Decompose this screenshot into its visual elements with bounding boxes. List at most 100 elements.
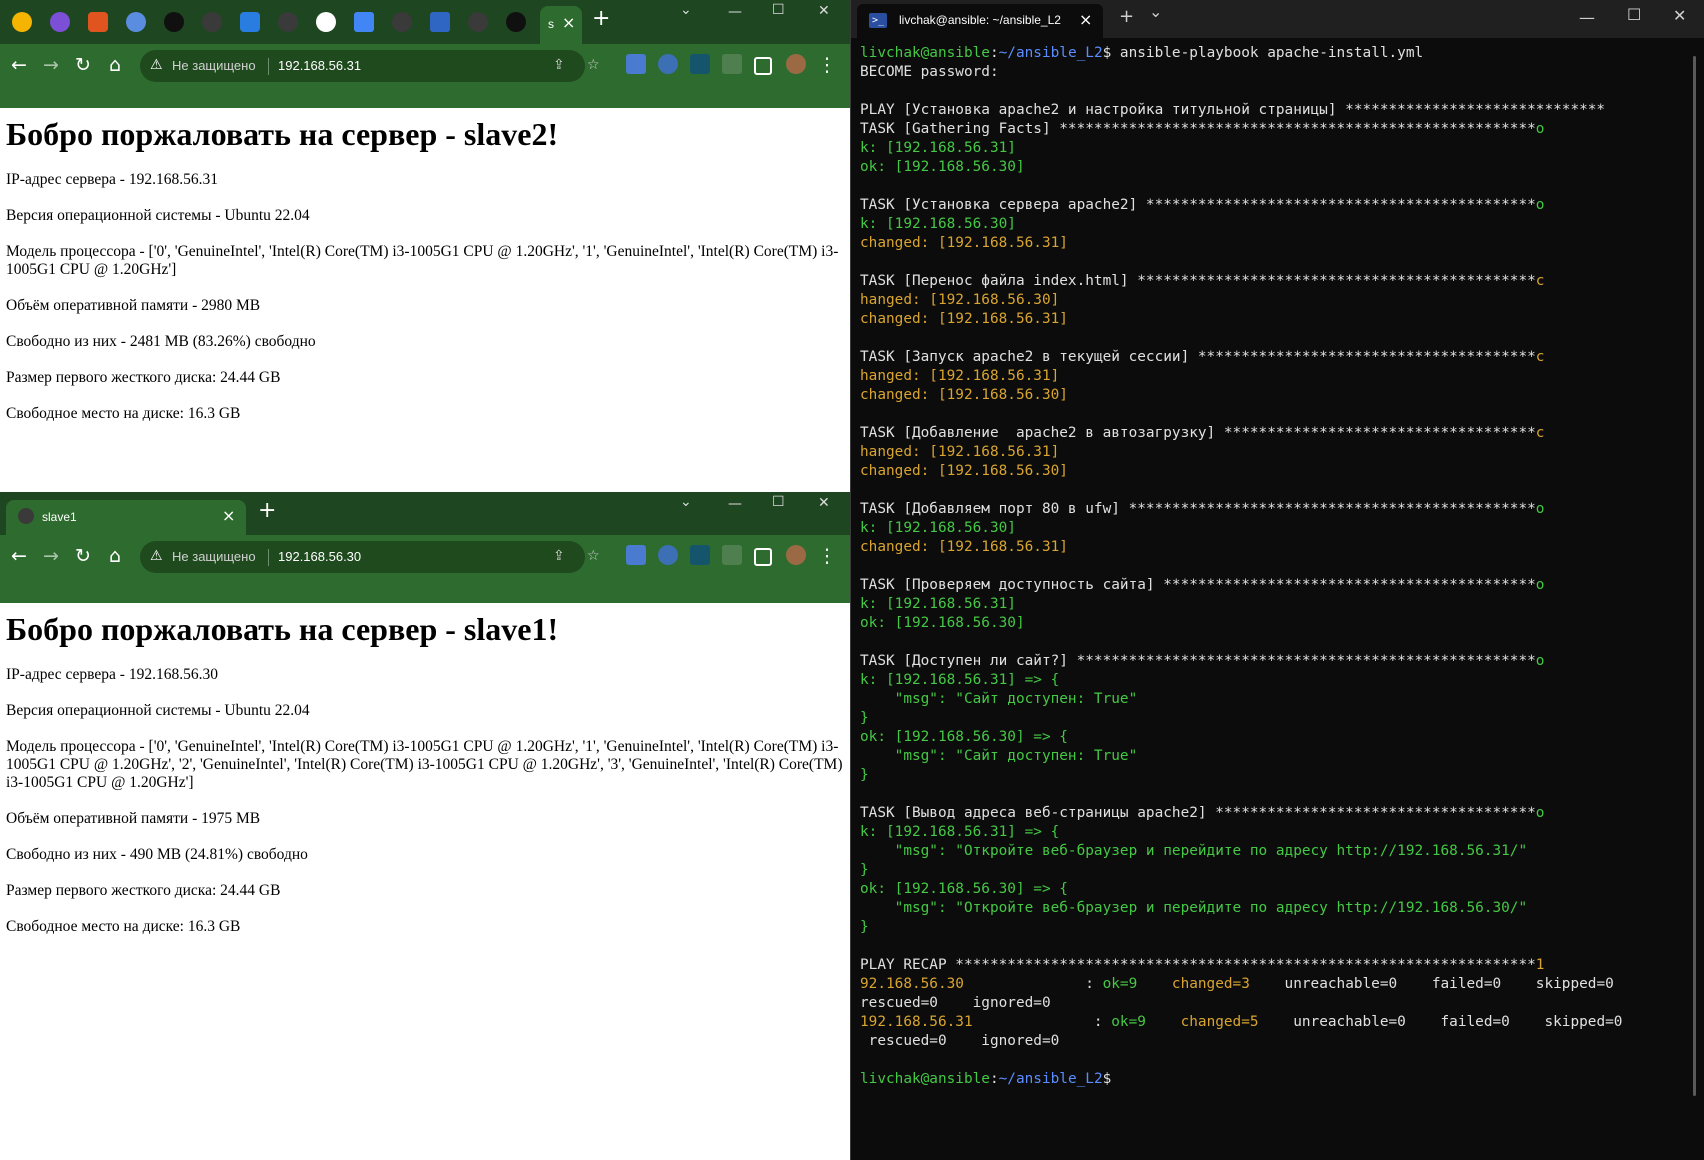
extensions-puzzle-icon[interactable] <box>722 545 742 565</box>
forward-button[interactable]: → <box>38 545 64 567</box>
new-tab-button[interactable]: + <box>1119 6 1134 27</box>
terminal-output[interactable]: livchak@ansible:~/ansible_L2$ ansible-pl… <box>860 44 1700 1089</box>
terminal-line: changed: [192.168.56.31] <box>860 538 1700 557</box>
share-icon[interactable]: ⇪ <box>553 57 565 73</box>
warning-icon[interactable]: ⚠ <box>150 57 163 73</box>
globe-tab-icon[interactable] <box>202 12 222 32</box>
globe-tab-icon[interactable] <box>468 12 488 32</box>
reload-button[interactable]: ↻ <box>70 54 96 76</box>
google-drive-tab-icon[interactable] <box>12 12 32 32</box>
terminal-line: TASK [Запуск apache2 в текущей сессии] *… <box>860 348 1700 367</box>
terminal-line: k: [192.168.56.31] => { <box>860 671 1700 690</box>
browser-menu-button[interactable]: ⋮ <box>814 54 840 76</box>
sidepanel-icon[interactable] <box>754 57 772 75</box>
github-tab-icon[interactable] <box>164 12 184 32</box>
app-tab-icon[interactable] <box>50 12 70 32</box>
sidepanel-icon[interactable] <box>754 548 772 566</box>
back-button[interactable]: ← <box>6 54 32 76</box>
browser-tabstrip: slave1 × + ⌄ — ☐ ✕ <box>0 492 850 535</box>
close-window-button[interactable]: ✕ <box>818 3 830 19</box>
globe-tab-icon[interactable] <box>392 12 412 32</box>
tab-search-dropdown-icon[interactable]: ⌄ <box>680 2 692 18</box>
app-tab-icon[interactable] <box>240 12 260 32</box>
terminal-text-segment: k: [192.168.56.30] <box>860 520 1016 536</box>
maximize-button[interactable]: ☐ <box>772 494 785 510</box>
maximize-button[interactable]: ☐ <box>1627 5 1641 24</box>
terminal-text-segment: ok: [192.168.56.30] <box>860 615 1025 631</box>
app-tab-icon[interactable] <box>126 12 146 32</box>
docs-tab-icon[interactable] <box>354 12 374 32</box>
google-tab-icon[interactable] <box>316 12 336 32</box>
github-tab-icon[interactable] <box>506 12 526 32</box>
tab-active[interactable]: s × <box>540 6 582 44</box>
extension-badge-icon[interactable] <box>690 545 710 565</box>
terminal-line: hanged: [192.168.56.30] <box>860 291 1700 310</box>
terminal-text-segment: k: [192.168.56.31] => { <box>860 824 1060 840</box>
translate-extension-icon[interactable] <box>626 54 646 74</box>
terminal-text-segment: $ ansible-playbook apache-install.yml <box>1102 45 1424 61</box>
new-tab-button[interactable]: + <box>592 6 610 31</box>
profile-avatar[interactable] <box>786 545 806 565</box>
terminal-text-segment: TASK [Добавляем порт 80 в ufw] *********… <box>860 501 1536 517</box>
terminal-line: TASK [Доступен ли сайт?] ***************… <box>860 652 1700 671</box>
tab-close-icon[interactable]: × <box>222 506 235 525</box>
terminal-text-segment: o <box>1535 501 1545 517</box>
terminal-tab[interactable]: >_ livchak@ansible: ~/ansible_L2 × <box>857 4 1103 38</box>
extension-badge-icon[interactable] <box>690 54 710 74</box>
translate-extension-icon[interactable] <box>626 545 646 565</box>
tab-close-icon[interactable]: × <box>1079 10 1092 29</box>
git-tab-icon[interactable] <box>88 12 108 32</box>
tab-dropdown-icon[interactable]: ⌄ <box>1149 2 1162 21</box>
extension-circle-icon[interactable] <box>658 545 678 565</box>
close-window-button[interactable]: ✕ <box>1673 6 1686 25</box>
minimize-button[interactable]: — <box>728 496 742 512</box>
tab-title: slave1 <box>42 510 77 524</box>
r-tab-icon[interactable] <box>430 12 450 32</box>
browser-menu-button[interactable]: ⋮ <box>814 545 840 567</box>
maximize-button[interactable]: ☐ <box>772 2 785 18</box>
not-secure-label[interactable]: Не защищено <box>172 58 256 73</box>
bookmark-star-icon[interactable]: ☆ <box>587 548 600 564</box>
share-icon[interactable]: ⇪ <box>553 548 565 564</box>
terminal-line: TASK [Проверяем доступность сайта] *****… <box>860 576 1700 595</box>
terminal-text-segment: k: [192.168.56.31] <box>860 596 1016 612</box>
extension-circle-icon[interactable] <box>658 54 678 74</box>
profile-avatar[interactable] <box>786 54 806 74</box>
terminal-text-segment: c <box>1535 425 1545 441</box>
info-cpu: Модель процессора - ['0', 'GenuineIntel'… <box>6 243 839 278</box>
tab-close-icon[interactable]: × <box>562 13 575 32</box>
url-text[interactable]: 192.168.56.30 <box>278 549 361 564</box>
minimize-button[interactable]: — <box>728 4 742 20</box>
reload-button[interactable]: ↻ <box>70 545 96 567</box>
warning-icon[interactable]: ⚠ <box>150 548 163 564</box>
terminal-text-segment: } <box>860 767 869 783</box>
globe-tab-icon[interactable] <box>278 12 298 32</box>
tab-search-dropdown-icon[interactable]: ⌄ <box>680 494 692 510</box>
not-secure-label[interactable]: Не защищено <box>172 549 256 564</box>
url-text[interactable]: 192.168.56.31 <box>278 58 361 73</box>
terminal-scrollbar[interactable] <box>1693 56 1696 1096</box>
new-tab-button[interactable]: + <box>258 498 276 523</box>
home-button[interactable]: ⌂ <box>102 54 128 76</box>
terminal-line: livchak@ansible:~/ansible_L2$ <box>860 1070 1700 1089</box>
terminal-text-segment: PLAY RECAP *****************************… <box>860 957 1536 973</box>
home-button[interactable]: ⌂ <box>102 545 128 567</box>
extensions-puzzle-icon[interactable] <box>722 54 742 74</box>
tab-slave1[interactable]: slave1 × <box>6 500 246 535</box>
terminal-text-segment: o <box>1535 197 1545 213</box>
minimize-button[interactable]: — <box>1579 8 1595 27</box>
address-bar[interactable]: ⚠ Не защищено 192.168.56.31 ⇪ ☆ <box>140 50 600 82</box>
tab-active-label: s <box>548 17 554 31</box>
terminal-text-segment: ok=9 <box>1111 1014 1146 1030</box>
bookmark-star-icon[interactable]: ☆ <box>587 57 600 73</box>
terminal-text-segment: livchak@ansible <box>860 45 990 61</box>
terminal-text-segment: ~/ansible_L2 <box>998 45 1103 61</box>
terminal-text-segment: c <box>1535 349 1545 365</box>
terminal-line: ok: [192.168.56.30] => { <box>860 728 1700 747</box>
terminal-line: k: [192.168.56.30] <box>860 215 1700 234</box>
address-bar[interactable]: ⚠ Не защищено 192.168.56.30 ⇪ ☆ <box>140 541 600 573</box>
terminal-text-segment: unreachable=0 failed=0 skipped=0 <box>1249 976 1614 992</box>
close-window-button[interactable]: ✕ <box>818 495 830 511</box>
back-button[interactable]: ← <box>6 545 32 567</box>
forward-button[interactable]: → <box>38 54 64 76</box>
